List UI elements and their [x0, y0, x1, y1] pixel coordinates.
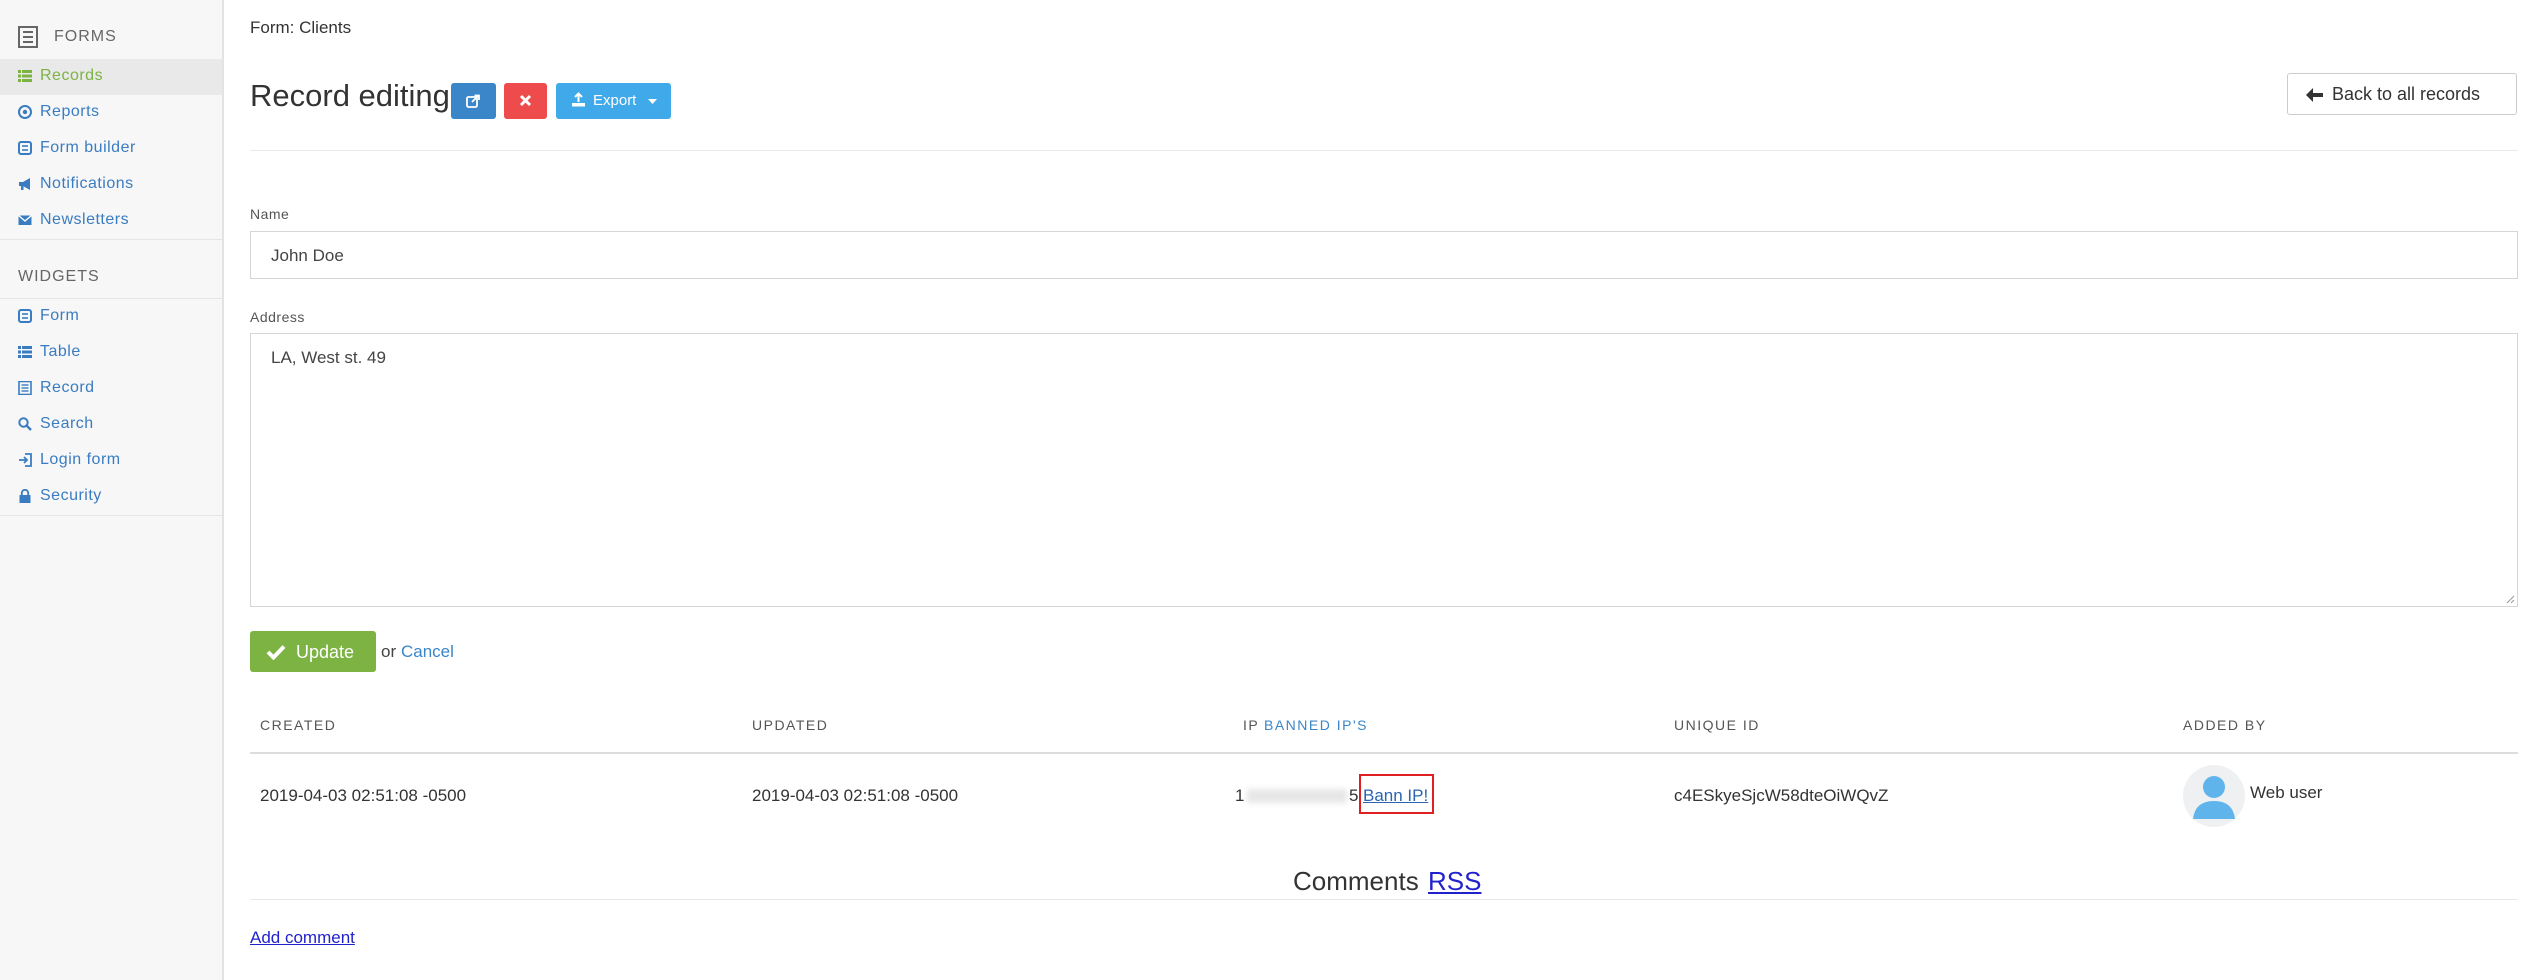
sidebar-item-search[interactable]: Search: [0, 407, 222, 443]
sidebar-item-label: Form builder: [40, 139, 136, 156]
added-by-header: ADDED BY: [2183, 717, 2267, 733]
widgets-section-header: WIDGETS: [0, 252, 222, 302]
address-value: LA, West st. 49: [271, 348, 386, 367]
search-icon: [18, 417, 32, 431]
updated-value: 2019-04-03 02:51:08 -0500: [752, 786, 959, 805]
add-comment-link[interactable]: Add comment: [250, 928, 355, 948]
sidebar-item-label: Newsletters: [40, 211, 130, 228]
export-label: Export: [593, 92, 637, 109]
ip-value-start: 1: [1235, 786, 1245, 805]
ip-value-end: 5: [1349, 786, 1359, 805]
sidebar: FORMS Records Reports Form builder Notif…: [0, 0, 224, 980]
header-divider: [250, 150, 2518, 151]
sidebar-item-login-form[interactable]: Login form: [0, 443, 222, 479]
update-button[interactable]: Update: [250, 631, 376, 672]
unique-id-header: UNIQUE ID: [1674, 717, 1760, 733]
user-avatar-icon: [2193, 776, 2235, 819]
form-icon: [18, 309, 32, 323]
banned-ips-link[interactable]: BANNED IP'S: [1264, 717, 1368, 733]
sign-in-icon: [19, 453, 32, 467]
sidebar-item-newsletters[interactable]: Newsletters: [0, 203, 222, 239]
sidebar-item-form-builder[interactable]: Form builder: [0, 131, 222, 167]
forms-section-header: FORMS: [0, 12, 222, 62]
document-icon: [18, 381, 32, 395]
forms-header-label: FORMS: [54, 28, 117, 45]
back-to-records-button[interactable]: Back to all records: [2287, 73, 2517, 115]
address-textarea[interactable]: LA, West st. 49: [250, 333, 2518, 607]
delete-button[interactable]: [504, 83, 547, 119]
name-value: John Doe: [271, 246, 344, 265]
ban-ip-link[interactable]: Bann IP!: [1363, 786, 1428, 806]
address-label: Address: [250, 309, 305, 325]
envelope-icon: [18, 215, 32, 225]
megaphone-icon: [19, 178, 30, 190]
share-icon: [466, 94, 480, 108]
created-value: 2019-04-03 02:51:08 -0500: [260, 786, 467, 805]
sidebar-item-notifications[interactable]: Notifications: [0, 167, 222, 203]
close-icon: [519, 94, 532, 107]
sidebar-item-label: Search: [40, 415, 94, 432]
sidebar-item-table[interactable]: Table: [0, 335, 222, 371]
refresh-button[interactable]: [451, 83, 496, 119]
widgets-header-label: WIDGETS: [18, 268, 100, 285]
export-icon: [572, 92, 585, 107]
sidebar-item-record[interactable]: Record: [0, 371, 222, 407]
lock-icon: [19, 489, 31, 503]
sidebar-item-label: Records: [40, 67, 104, 84]
comments-title: Comments: [1293, 866, 1419, 896]
ip-header: IP: [1243, 717, 1260, 733]
breadcrumb: Form: Clients: [250, 18, 352, 37]
back-label: Back to all records: [2332, 84, 2481, 104]
export-dropdown-button[interactable]: Export: [556, 83, 671, 119]
list-icon: [18, 70, 32, 82]
name-field[interactable]: John Doe: [250, 231, 2518, 279]
sidebar-item-label: Login form: [40, 451, 121, 468]
sidebar-item-label: Form: [40, 307, 80, 324]
sidebar-divider: [0, 515, 222, 516]
sidebar-divider: [0, 239, 222, 240]
list-icon: [18, 346, 32, 358]
name-label: Name: [250, 206, 290, 222]
rss-link[interactable]: RSS: [1428, 866, 1481, 897]
sidebar-item-form[interactable]: Form: [0, 299, 222, 335]
sidebar-item-label: Record: [40, 379, 95, 396]
arrow-left-icon: [2306, 88, 2323, 102]
cancel-link[interactable]: Cancel: [401, 642, 454, 662]
checkmark-icon: [266, 645, 286, 660]
comments-divider: [250, 899, 2518, 900]
ip-redacted-blur: [1247, 789, 1347, 803]
sidebar-item-reports[interactable]: Reports: [0, 95, 222, 131]
table-header-divider: [250, 752, 2518, 754]
sidebar-item-security[interactable]: Security: [0, 479, 222, 515]
sidebar-item-label: Table: [40, 343, 81, 360]
unique-id-value: c4ESkyeSjcW58dteOiWQvZ: [1674, 786, 1889, 805]
sidebar-item-label: Reports: [40, 103, 100, 120]
updated-header: UPDATED: [752, 717, 829, 733]
created-header: CREATED: [260, 717, 337, 733]
sidebar-item-label: Security: [40, 487, 102, 504]
resize-handle-icon[interactable]: [2505, 594, 2515, 604]
added-by-value: Web user: [2250, 783, 2323, 802]
or-text: or: [381, 642, 397, 661]
forms-icon: [18, 26, 38, 48]
avatar: [2183, 765, 2245, 827]
page-title: Record editing: [250, 78, 450, 113]
sidebar-item-records[interactable]: Records: [0, 59, 222, 95]
update-label: Update: [296, 642, 355, 662]
sidebar-item-label: Notifications: [40, 175, 134, 192]
caret-down-icon: [648, 99, 657, 104]
target-icon: [18, 105, 32, 119]
form-icon: [18, 141, 32, 155]
